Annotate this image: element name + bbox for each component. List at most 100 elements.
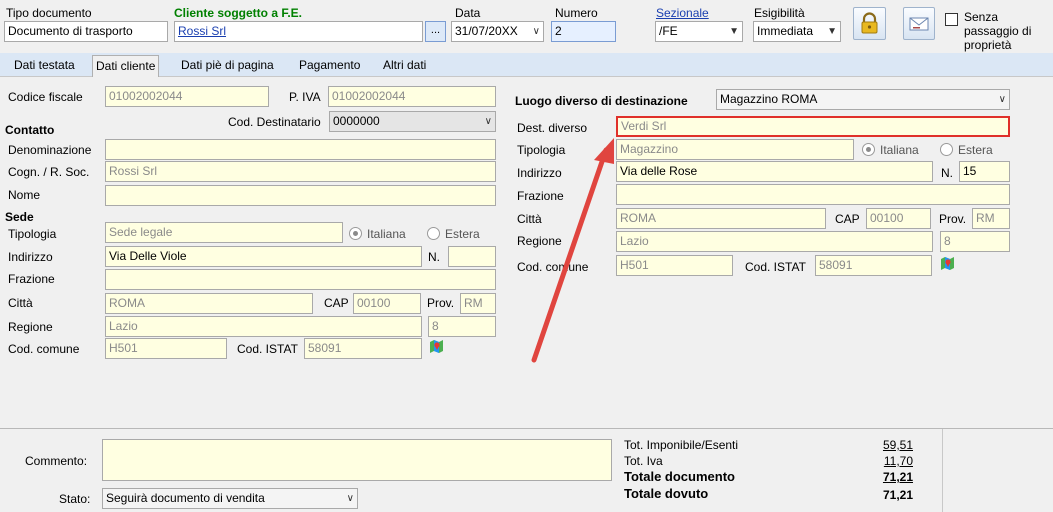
cod-comune-dest-label: Cod. comune <box>517 260 589 274</box>
tab-dati-cliente[interactable]: Dati cliente <box>92 55 160 77</box>
cliente-label: Cliente soggetto a F.E. <box>174 6 303 20</box>
data-picker[interactable]: 31/07/20XX ∨ <box>451 21 544 42</box>
chevron-down-icon: ∨ <box>346 493 354 504</box>
luogo-diverso-label: Luogo diverso di destinazione <box>515 94 688 108</box>
commento-label: Commento: <box>25 454 88 468</box>
regione-code-dest-field[interactable]: 8 <box>940 231 1010 252</box>
lock-icon <box>861 12 878 34</box>
estera-dest-label: Estera <box>958 143 993 157</box>
luogo-diverso-select[interactable]: Magazzino ROMA ∨ <box>716 89 1010 110</box>
email-icon <box>909 17 929 31</box>
italiana-radio[interactable] <box>349 227 362 240</box>
frazione-field[interactable] <box>105 269 496 290</box>
cod-comune-dest-field[interactable]: H501 <box>616 255 733 276</box>
tipologia-dest-label: Tipologia <box>517 143 566 157</box>
map-icon[interactable] <box>429 339 444 354</box>
cap-dest-label: CAP <box>835 212 860 226</box>
tab-bar: Dati testata Dati cliente Dati piè di pa… <box>0 53 1053 77</box>
regione-code-field[interactable]: 8 <box>428 316 496 337</box>
sezionale-link[interactable]: Sezionale <box>656 6 709 20</box>
map-icon[interactable] <box>940 256 955 271</box>
tipologia-label: Tipologia <box>8 227 57 241</box>
cliente-link[interactable]: Rossi Srl <box>178 24 226 38</box>
regione-dest-label: Regione <box>517 234 562 248</box>
regione-dest-field[interactable]: Lazio <box>616 231 933 252</box>
totale-documento-label: Totale documento <box>624 469 735 484</box>
footer-panel: Commento: Stato: Seguirà documento di ve… <box>0 428 1053 512</box>
prov-dest-field[interactable]: RM <box>972 208 1010 229</box>
tab-altri-dati[interactable]: Altri dati <box>380 57 429 76</box>
frazione-label: Frazione <box>8 272 55 286</box>
stato-value: Seguirà documento di vendita <box>106 491 265 505</box>
dest-diverso-field[interactable]: Verdi Srl <box>616 116 1010 137</box>
cod-comune-label: Cod. comune <box>8 342 80 356</box>
nome-field[interactable] <box>105 185 496 206</box>
chevron-down-icon: ∨ <box>532 26 540 37</box>
prov-field[interactable]: RM <box>460 293 496 314</box>
cod-istat-label: Cod. ISTAT <box>237 342 298 356</box>
cod-istat-field[interactable]: 58091 <box>304 338 422 359</box>
indirizzo-dest-label: Indirizzo <box>517 166 562 180</box>
denominazione-field[interactable] <box>105 139 496 160</box>
numero-dest-field[interactable]: 15 <box>959 161 1010 182</box>
citta-dest-field[interactable]: ROMA <box>616 208 826 229</box>
email-button[interactable] <box>903 7 935 40</box>
chevron-down-icon: ∨ <box>484 116 492 127</box>
indirizzo-label: Indirizzo <box>8 250 53 264</box>
numero-field[interactable]: 2 <box>551 21 616 42</box>
footer-divider <box>942 429 943 512</box>
cognome-label: Cogn. / R. Soc. <box>8 165 90 179</box>
stato-label: Stato: <box>59 492 91 506</box>
tipologia-field[interactable]: Sede legale <box>105 222 343 243</box>
data-value: 31/07/20XX <box>455 24 518 38</box>
regione-label: Regione <box>8 320 53 334</box>
chevron-down-icon: ▼ <box>827 26 837 37</box>
numero-civico-field[interactable] <box>448 246 496 267</box>
codice-fiscale-field[interactable]: 01002002044 <box>105 86 269 107</box>
cap-field[interactable]: 00100 <box>353 293 421 314</box>
iva-value: 11,70 <box>883 454 913 468</box>
sezionale-select[interactable]: /FE ▼ <box>655 21 743 42</box>
regione-field[interactable]: Lazio <box>105 316 422 337</box>
chevron-down-icon: ∨ <box>998 94 1006 105</box>
indirizzo-field[interactable]: Via Delle Viole <box>105 246 422 267</box>
italiana-label: Italiana <box>367 227 406 241</box>
cod-comune-field[interactable]: H501 <box>105 338 227 359</box>
cod-destinatario-value: 0000000 <box>333 114 380 128</box>
commento-field[interactable] <box>102 439 612 481</box>
luogo-diverso-value: Magazzino ROMA <box>720 92 818 106</box>
imponibile-label: Tot. Imponibile/Esenti <box>624 438 739 452</box>
tipo-documento-field[interactable]: Documento di trasporto <box>4 21 168 42</box>
numero-dest-label: N. <box>941 166 953 180</box>
piva-field[interactable]: 01002002044 <box>328 86 496 107</box>
cap-dest-field[interactable]: 00100 <box>866 208 931 229</box>
cod-istat-dest-field[interactable]: 58091 <box>815 255 932 276</box>
tab-dati-pie-di-pagina[interactable]: Dati piè di pagina <box>178 57 277 76</box>
italiana-dest-radio[interactable] <box>862 143 875 156</box>
piva-label: P. IVA <box>289 90 321 104</box>
frazione-dest-label: Frazione <box>517 189 564 203</box>
cod-destinatario-select[interactable]: 0000000 ∨ <box>329 111 496 132</box>
tab-pagamento[interactable]: Pagamento <box>296 57 363 76</box>
tab-dati-testata[interactable]: Dati testata <box>11 57 78 76</box>
cod-destinatario-label: Cod. Destinatario <box>228 115 321 129</box>
citta-field[interactable]: ROMA <box>105 293 313 314</box>
senza-passaggio-checkbox[interactable] <box>945 13 958 26</box>
stato-select[interactable]: Seguirà documento di vendita ∨ <box>102 488 358 509</box>
indirizzo-dest-field[interactable]: Via delle Rose <box>616 161 933 182</box>
lock-button[interactable] <box>853 7 886 40</box>
cliente-field[interactable]: Rossi Srl <box>174 21 423 42</box>
dest-diverso-label: Dest. diverso <box>517 121 588 135</box>
cognome-field[interactable]: Rossi Srl <box>105 161 496 182</box>
imponibile-value: 59,51 <box>882 438 913 452</box>
codice-fiscale-label: Codice fiscale <box>8 90 83 104</box>
tipologia-dest-field[interactable]: Magazzino <box>616 139 854 160</box>
esigibilita-select[interactable]: Immediata ▼ <box>753 21 841 42</box>
estera-dest-radio[interactable] <box>940 143 953 156</box>
totale-dovuto-label: Totale dovuto <box>624 486 709 501</box>
browse-cliente-button[interactable]: ... <box>425 21 446 42</box>
numero-civico-label: N. <box>428 250 440 264</box>
frazione-dest-field[interactable] <box>616 184 1010 205</box>
estera-radio[interactable] <box>427 227 440 240</box>
estera-label: Estera <box>445 227 480 241</box>
